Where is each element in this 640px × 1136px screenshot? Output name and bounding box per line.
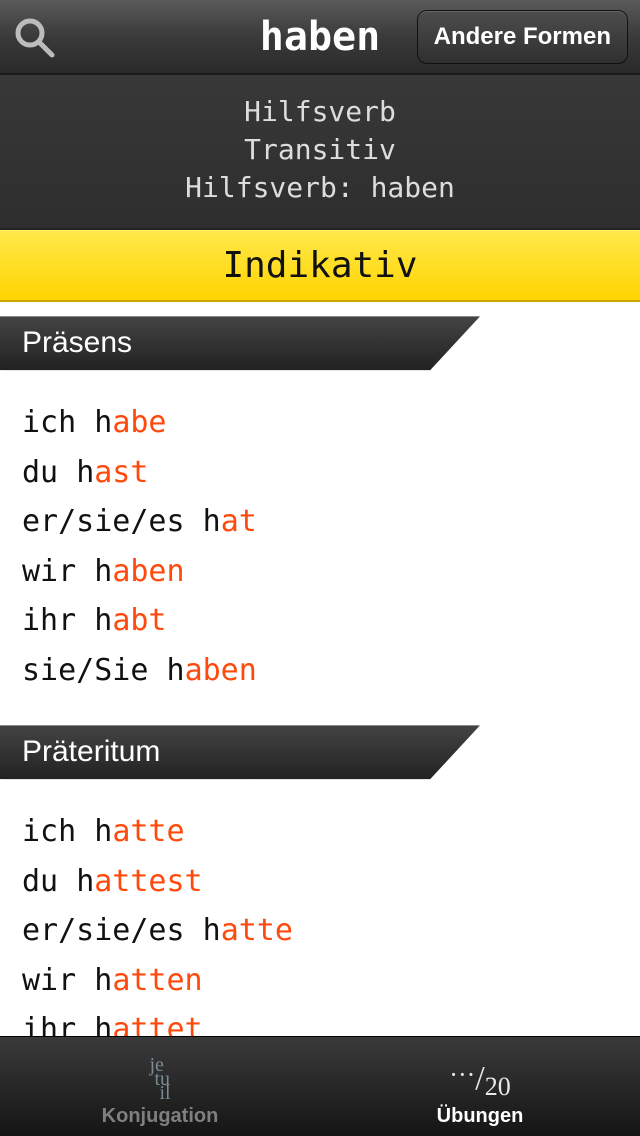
conjugation-list: ich habe du hast er/sie/es hat wir haben… <box>0 398 640 725</box>
info-line: Hilfsverb <box>10 93 630 131</box>
header-bar: haben Andere Formen <box>0 0 640 75</box>
tab-bar: je tu il Konjugation ···/20 Übungen <box>0 1036 640 1136</box>
other-forms-button[interactable]: Andere Formen <box>417 10 628 64</box>
tense-header: Präsens <box>0 316 640 370</box>
tab-label: Übungen <box>437 1105 524 1128</box>
tab-label: Konjugation <box>102 1105 219 1128</box>
tab-conjugation[interactable]: je tu il Konjugation <box>0 1037 320 1136</box>
tense-label: Präteritum <box>0 725 480 779</box>
conjugation-row: wir hatten <box>22 956 618 1006</box>
conjugation-list: ich hatte du hattest er/sie/es hatte wir… <box>0 807 640 1036</box>
conjugation-icon: je tu il <box>149 1053 170 1105</box>
conjugation-row: er/sie/es hatte <box>22 906 618 956</box>
info-line: Transitiv <box>10 131 630 169</box>
conjugation-row: du hattest <box>22 857 618 907</box>
tense-label: Präsens <box>0 316 480 370</box>
mood-header: Indikativ <box>0 230 640 302</box>
info-line: Hilfsverb: haben <box>10 169 630 207</box>
conjugation-row: sie/Sie haben <box>22 646 618 696</box>
conjugation-row: ihr habt <box>22 596 618 646</box>
conjugation-row: ich hatte <box>22 807 618 857</box>
tab-exercises[interactable]: ···/20 Übungen <box>320 1037 640 1136</box>
tense-header: Präteritum <box>0 725 640 779</box>
conjugation-row: ihr hattet <box>22 1005 618 1036</box>
conjugation-row: wir haben <box>22 547 618 597</box>
search-icon[interactable] <box>12 15 56 59</box>
conjugation-row: du hast <box>22 448 618 498</box>
conjugation-row: er/sie/es hat <box>22 497 618 547</box>
conjugation-row: ich habe <box>22 398 618 448</box>
conjugation-content[interactable]: Präsens ich habe du hast er/sie/es hat w… <box>0 316 640 1036</box>
verb-info-panel: Hilfsverb Transitiv Hilfsverb: haben <box>0 75 640 230</box>
exercises-icon: ···/20 <box>449 1053 510 1105</box>
